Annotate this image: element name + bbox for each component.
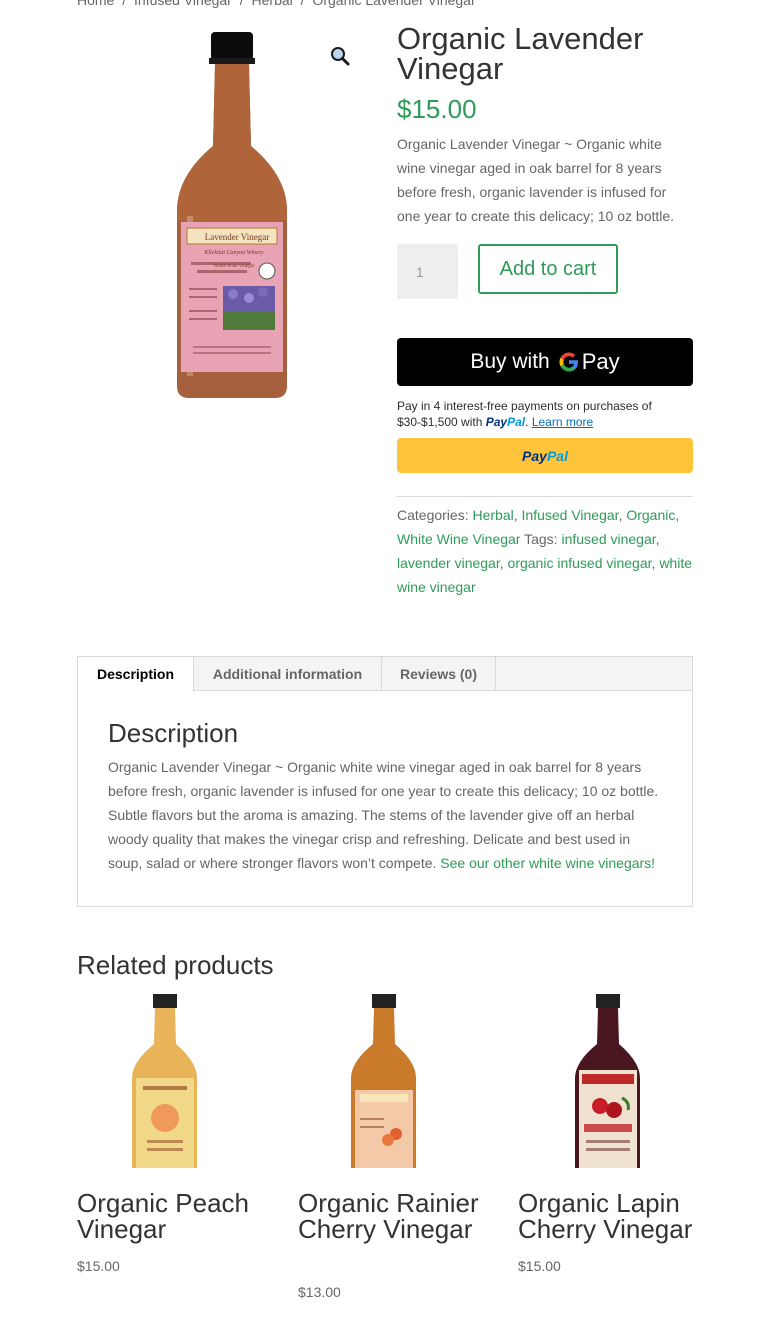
related-product-price: $15.00 — [77, 1258, 120, 1274]
breadcrumb-separator: / — [239, 0, 244, 8]
description-text: Organic Lavender Vinegar ~ Organic white… — [108, 755, 664, 875]
related-product-price: $13.00 — [298, 1284, 341, 1300]
tags-label: Tags: — [524, 531, 558, 547]
tag-link-lavender-vinegar[interactable]: lavender vinegar — [397, 555, 500, 571]
paylater-dot: . — [525, 415, 529, 429]
categories-label: Categories: — [397, 507, 469, 523]
paypal-pay-later-message: Pay in 4 interest-free payments on purch… — [397, 398, 693, 430]
tab-panel-description: Description Organic Lavender Vinegar ~ O… — [108, 717, 664, 875]
category-link-infused-vinegar[interactable]: Infused Vinegar — [522, 507, 619, 523]
product-meta: Categories: Herbal, Infused Vinegar, Org… — [397, 496, 693, 599]
description-heading: Description — [108, 718, 239, 748]
tab-reviews[interactable]: Reviews (0) — [382, 657, 496, 691]
gpay-buy-label: Buy with — [470, 350, 550, 373]
magnifier-icon[interactable] — [328, 44, 352, 68]
rainier-cherry-bottle-image — [351, 994, 416, 1168]
product-short-description: Organic Lavender Vinegar ~ Organic white… — [397, 136, 675, 224]
bottle-subtitle-text: White Wine Vinegar — [213, 264, 255, 269]
tag-link-infused-vinegar[interactable]: infused vinegar — [561, 531, 655, 547]
bottle-label-text: Lavender Vinegar — [204, 232, 270, 242]
tab-additional-information[interactable]: Additional information — [194, 657, 382, 691]
breadcrumb-herbal[interactable]: Herbal — [252, 0, 293, 8]
bottle-winery-text: Klickitat Canyon Winery — [204, 250, 264, 256]
category-link-organic[interactable]: Organic — [626, 507, 675, 523]
product-title: Organic Lavender Vinegar — [397, 21, 644, 86]
paypal-button[interactable]: PayPal — [397, 438, 693, 473]
category-link-white-wine-vinegar[interactable]: White Wine Vinegar — [397, 531, 520, 547]
breadcrumb-separator: / — [122, 0, 127, 8]
product-price: $15.00 — [397, 94, 477, 124]
category-link-herbal[interactable]: Herbal — [472, 507, 513, 523]
related-product-price: $15.00 — [518, 1258, 561, 1274]
add-to-cart-form: Add to cart — [397, 244, 693, 299]
breadcrumb-current: Organic Lavender Vinegar — [312, 0, 476, 8]
paypal-logo-icon: PayPal — [522, 447, 568, 464]
quantity-input[interactable] — [397, 244, 458, 299]
breadcrumb-home[interactable]: Home — [77, 0, 114, 8]
breadcrumb-separator: / — [300, 0, 305, 8]
product-tabs: Description Additional information Revie… — [77, 656, 693, 907]
peach-bottle-image — [132, 994, 197, 1168]
breadcrumb-infused-vinegar[interactable]: Infused Vinegar — [134, 0, 232, 8]
paypal-logo-icon: PayPal — [485, 415, 526, 429]
tab-bar: Description Additional information Revie… — [78, 657, 692, 692]
google-g-icon — [558, 349, 580, 375]
breadcrumb: Home / Infused Vinegar / Herbal / Organi… — [77, 0, 476, 8]
white-wine-vinegars-link[interactable]: See our other white wine vinegars! — [440, 855, 655, 871]
paylater-learn-more-link[interactable]: Learn more — [532, 415, 593, 429]
tab-description[interactable]: Description — [78, 657, 194, 692]
google-pay-button[interactable]: Buy with Pay — [397, 338, 693, 386]
tag-link-organic-infused-vinegar[interactable]: organic infused vinegar — [508, 555, 652, 571]
related-products-title: Related products — [77, 950, 274, 980]
gpay-pay-label: Pay — [581, 349, 620, 374]
product-summary: Organic Lavender Vinegar $15.00 Organic … — [397, 21, 693, 228]
product-image[interactable]: Lavender Vinegar Klickitat Canyon Winery… — [77, 26, 377, 406]
related-product-name[interactable]: Organic Lapin Cherry Vinegar — [518, 1190, 718, 1242]
lapin-cherry-bottle-image — [575, 994, 640, 1168]
lavender-bottle-image — [177, 32, 287, 398]
related-product-name[interactable]: Organic Peach Vinegar — [77, 1190, 277, 1242]
add-to-cart-button[interactable]: Add to cart — [478, 244, 618, 294]
related-product-name[interactable]: Organic Rainier Cherry Vinegar — [298, 1190, 498, 1242]
